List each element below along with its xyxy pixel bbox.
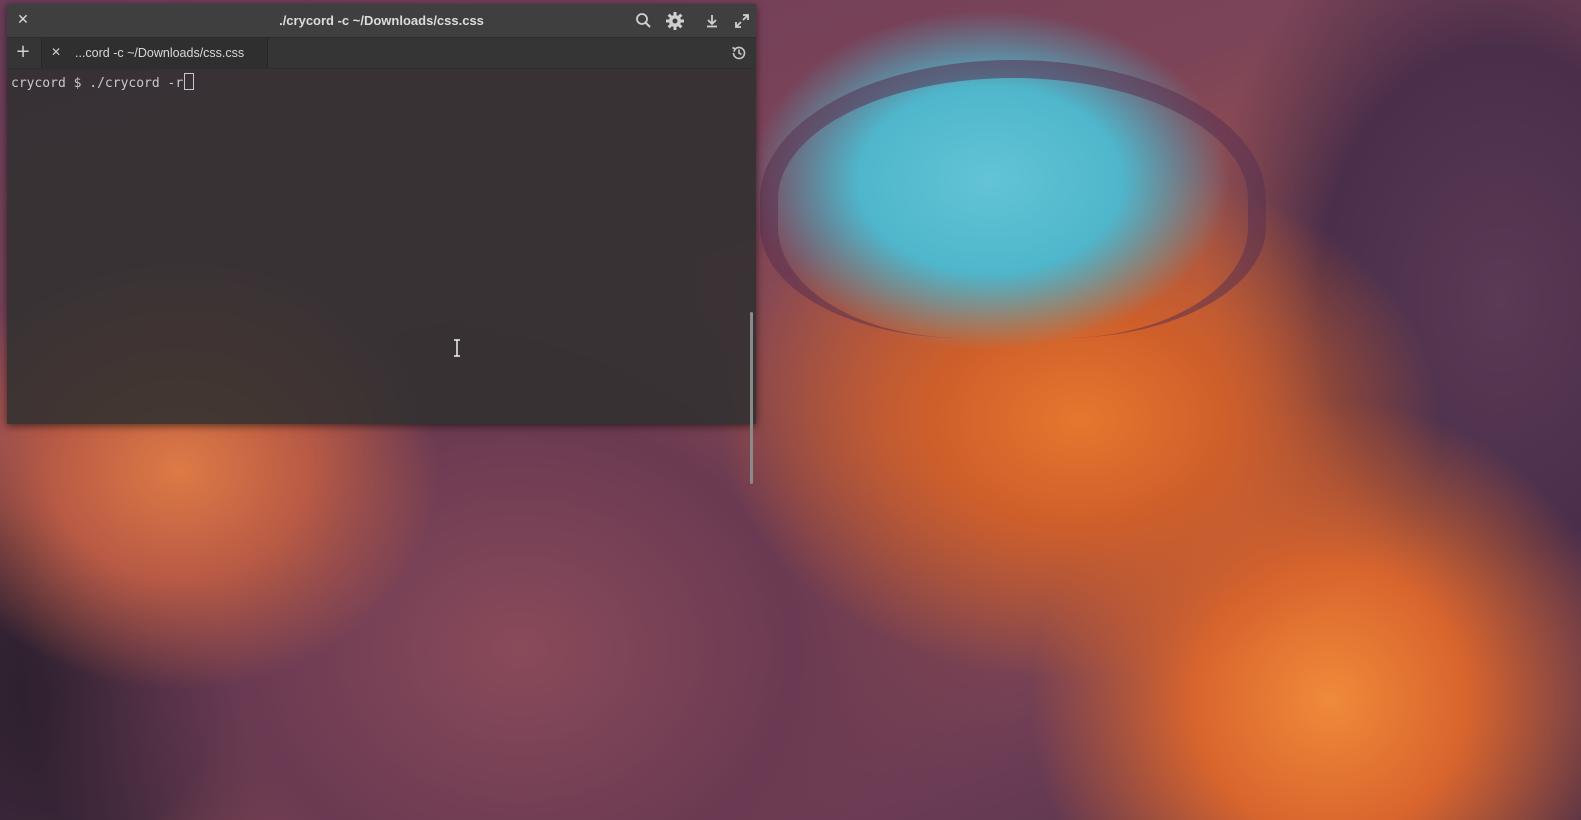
title-bar[interactable]: ./crycord -c ~/Downloads/css.css ✕ [7, 4, 756, 37]
search-icon [636, 13, 651, 28]
ibeam-cursor-icon [454, 339, 460, 357]
download-button[interactable] [702, 11, 722, 31]
tab-label: ...cord -c ~/Downloads/css.css [75, 46, 245, 60]
prompt-text: crycord $ ./crycord -r [11, 76, 184, 91]
tab-close-button[interactable]: ✕ [48, 44, 64, 60]
maximize-button[interactable] [732, 11, 752, 31]
text-cursor [184, 73, 195, 90]
download-icon [707, 15, 717, 28]
close-window-button[interactable]: ✕ [14, 11, 32, 29]
history-icon [732, 46, 746, 60]
history-button[interactable] [730, 44, 748, 62]
canyon-arch [760, 60, 1266, 338]
new-tab-button[interactable]: + [13, 42, 33, 62]
tab-active[interactable]: ✕ ...cord -c ~/Downloads/css.css [41, 38, 268, 68]
tab-bar: + ✕ ...cord -c ~/Downloads/css.css [7, 37, 756, 69]
gear-icon [666, 12, 684, 30]
search-button[interactable] [634, 11, 654, 31]
scrollbar[interactable] [750, 312, 753, 484]
plus-icon: + [15, 41, 31, 62]
close-icon: ✕ [17, 12, 29, 28]
settings-button[interactable] [665, 11, 685, 31]
maximize-icon [735, 14, 749, 28]
terminal-output[interactable]: crycord $ ./crycord -r [7, 68, 756, 484]
terminal-window[interactable]: ./crycord -c ~/Downloads/css.css ✕ + ✕ .… [7, 4, 756, 484]
close-icon: ✕ [50, 45, 62, 59]
prompt-line: crycord $ ./crycord -r [11, 73, 195, 92]
